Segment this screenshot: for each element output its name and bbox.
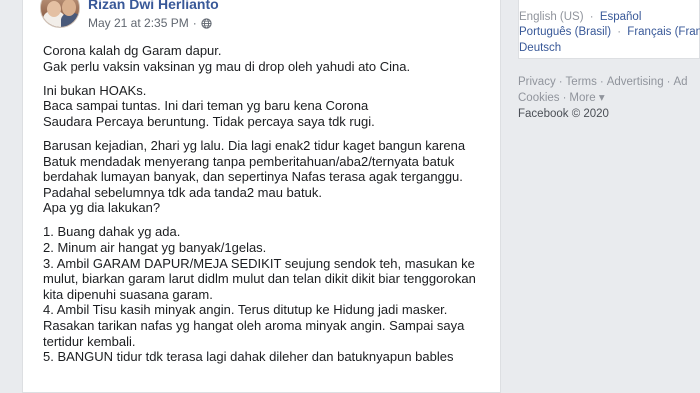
post-meta: May 21 at 2:35 PM · [88,16,212,30]
language-row: English (US) · Español [519,11,641,23]
post-timestamp[interactable]: May 21 at 2:35 PM [88,16,189,30]
avatar-face-left [47,1,61,17]
post-line: Gak perlu vaksin vaksinan yg mau di drop… [43,58,411,74]
post-line: 1. Buang dahak yg ada. [43,224,181,240]
post-line: Corona kalah dg Garam dapur. [43,43,222,58]
post-line: Saudara Percaya beruntung. Tidak percaya… [43,113,375,129]
footer-row: Privacy · Terms · Advertising · Ad [518,74,700,90]
author-avatar[interactable] [40,0,80,28]
language-current: English (US) [519,11,584,23]
footer-links: Privacy · Terms · Advertising · Ad Cookies · Mor… [518,74,700,122]
post-line: 4. Ambil Tisu kasih minyak angin. Terus … [43,302,448,318]
copyright: Facebook © 2020 [518,108,609,120]
post-paragraph: Ini bukan HOAKs. Baca sampai tuntas. Ini… [43,83,493,130]
language-row: Deutsch [519,42,561,54]
footer-link-advertising[interactable]: Advertising [607,76,664,88]
footer-row: Cookies · More ▾ [518,90,700,106]
footer-separator: · [558,76,563,88]
post-line: 5. BANGUN tidur tdk terasa lagi dahak di… [43,349,454,365]
author-name-link[interactable]: Rizan Dwi Herlianto [88,0,219,12]
post-text: Corona kalah dg Garam dapur. Gak perlu v… [43,43,493,373]
language-row: Português (Brasil) · Français (France) [519,26,700,38]
language-link-espanol[interactable]: Español [600,11,642,23]
post-line: tertidur kembali. [43,333,136,349]
language-link-francais[interactable]: Français (France) [627,26,700,38]
post-paragraph: 1. Buang dahak yg ada. 2. Minum air hang… [43,224,493,364]
post-line: Barusan kejadian, 2hari yg lalu. Dia lag… [43,137,466,153]
chevron-down-icon[interactable]: ▾ [599,92,605,104]
globe-icon[interactable] [201,17,212,29]
post-line: 2. Minum air hangat yg banyak/1gelas. [43,240,267,256]
footer-link-more[interactable]: More [569,92,595,104]
post-line: Rasakan tarikan nafas yg hangat oleh aro… [43,318,465,333]
footer-link-terms[interactable]: Terms [566,76,597,88]
post-card: Rizan Dwi Herlianto May 21 at 2:35 PM · … [22,0,501,393]
footer-separator: · [666,76,671,88]
language-selector: English (US) · Español Português (Brasil… [518,0,700,59]
language-separator: · [617,26,622,38]
footer-link-privacy[interactable]: Privacy [518,76,556,88]
post-line: mulut, biarkan garam larut didlm mulut d… [43,271,476,287]
post-line: berdahak lumayan banyak, dan sepertinya … [43,169,463,185]
language-separator: · [589,11,594,23]
footer-link-ad-choices[interactable]: Ad [673,76,687,88]
post-paragraph: Corona kalah dg Garam dapur. Gak perlu v… [43,43,493,74]
post-line: Apa yg dia lakukan? [43,200,161,216]
language-link-deutsch[interactable]: Deutsch [519,42,561,54]
post-line: kita dipenuhi suasana garam. [43,286,213,302]
footer-separator: · [562,92,567,104]
meta-separator: · [192,16,197,30]
post-paragraph: Barusan kejadian, 2hari yg lalu. Dia lag… [43,138,493,216]
post-line: Ini bukan HOAKs. [43,82,147,98]
post-line: 3. Ambil GARAM DAPUR/MEJA SEDIKIT seujun… [43,255,475,271]
language-link-portugues[interactable]: Português (Brasil) [519,26,611,38]
post-line: Baca sampai tuntas. Ini dari teman yg ba… [43,98,369,114]
post-line: Batuk mendadak menyerang tanpa pemberita… [43,153,455,169]
footer-link-cookies[interactable]: Cookies [518,92,560,104]
post-line: Padahal sebelumnya tdk ada tanda2 mau ba… [43,184,322,200]
footer-separator: · [599,76,604,88]
